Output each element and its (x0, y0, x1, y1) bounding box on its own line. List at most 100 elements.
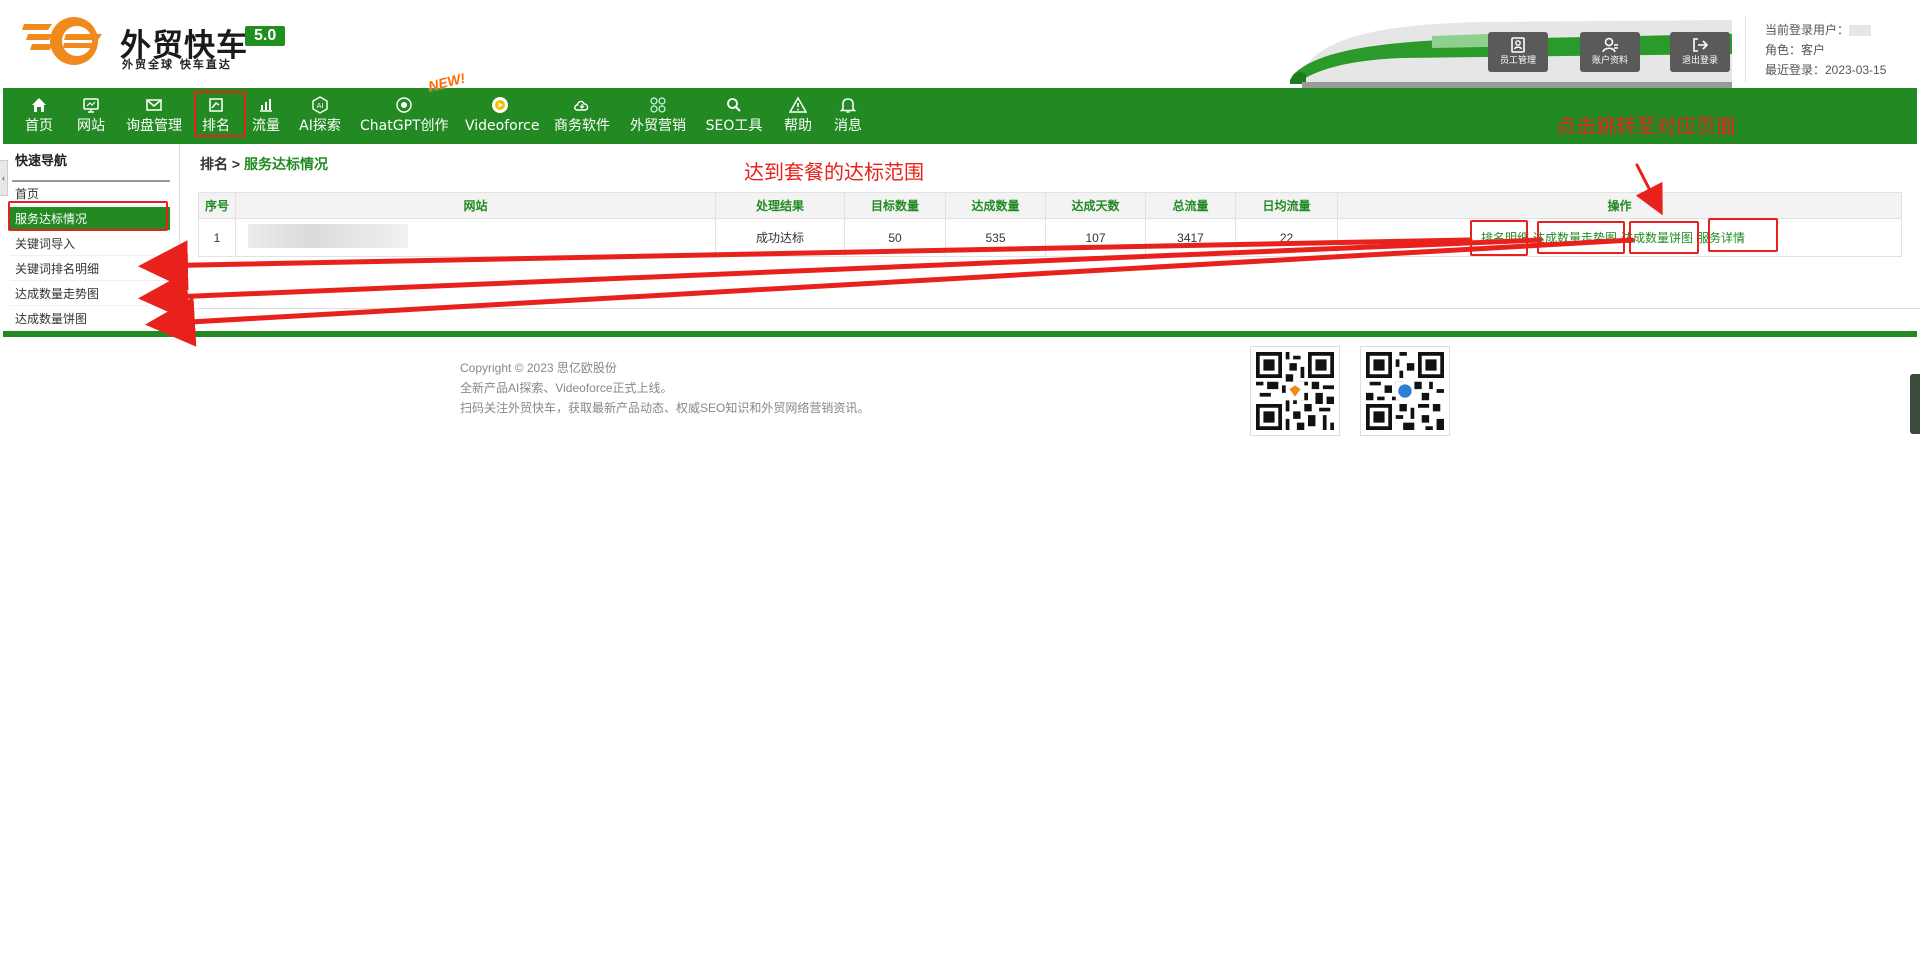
column-header: 目标数量 (844, 192, 946, 219)
cell-index: 1 (198, 218, 236, 257)
footer-announcement: 全新产品AI探索、Videoforce正式上线。 (460, 381, 673, 395)
divider (1745, 16, 1746, 82)
apps-icon (650, 97, 666, 113)
header: 外贸快车 5.0 外贸全球 快车直达 员工管理 账户资料 退出登录 当前登录用户… (0, 0, 1920, 88)
cell-target: 50 (844, 218, 946, 257)
bell-icon (839, 98, 857, 113)
copyright: Copyright © 2023 思亿欧股份 (460, 361, 617, 375)
account-icon (1602, 37, 1618, 53)
column-header: 网站 (235, 192, 716, 219)
column-header: 总流量 (1145, 192, 1236, 219)
staff-icon (1511, 37, 1525, 53)
cell-achieved: 535 (945, 218, 1046, 257)
nav-traffic[interactable]: 流量 (249, 88, 283, 144)
breadcrumb-parent[interactable]: 排名 > (200, 156, 244, 172)
logout-button[interactable]: 退出登录 (1670, 32, 1730, 72)
annotation-box-pie-chart (1629, 221, 1699, 254)
logo-icon (22, 17, 102, 65)
svg-text:AI: AI (317, 102, 324, 110)
current-user-label: 当前登录用户： (1765, 23, 1850, 37)
sidebar-item-keyword-ranking[interactable]: 关键词排名明细 (10, 257, 170, 281)
logo[interactable]: 外贸快车 5.0 外贸全球 快车直达 (22, 14, 302, 74)
breadcrumb: 排名 > 服务达标情况 (200, 154, 328, 174)
footer-text: Copyright © 2023 思亿欧股份 全新产品AI探索、Videofor… (460, 358, 869, 418)
column-header: 达成天数 (1045, 192, 1146, 219)
quick-nav-sidebar: ‹ 快速导航 首页 服务达标情况 关键词导入 关键词排名明细 达成数量走势图 达… (0, 144, 180, 331)
last-login-label: 最近登录：2023-03-15 (1765, 63, 1887, 77)
cell-daily-traffic: 22 (1235, 218, 1338, 257)
annotation-text-range: 达到套餐的达标范围 (744, 160, 924, 184)
nav-inquiry[interactable]: 询盘管理 (123, 88, 185, 144)
nav-help[interactable]: 帮助 (781, 88, 815, 144)
nav-label: 流量 (252, 118, 280, 134)
nav-label: 询盘管理 (126, 118, 182, 134)
sidebar-collapse-button[interactable]: ‹ (0, 160, 8, 196)
role-label: 角色：客户 (1765, 43, 1826, 57)
footer-follow-note: 扫码关注外贸快车，获取最新产品动态、权威SEO知识和外贸网络营销资讯。 (460, 401, 870, 415)
nav-seo-tools[interactable]: SEO工具 (705, 88, 763, 144)
user-name-masked (1849, 25, 1872, 37)
nav-messages[interactable]: 消息 (831, 88, 865, 144)
nav-label: 商务软件 (554, 118, 610, 134)
annotation-text-jump: 点击跳转至对应页面 (1556, 114, 1736, 138)
column-header: 达成数量 (945, 192, 1046, 219)
nav-label: 外贸营销 (630, 118, 686, 134)
nav-label: 首页 (25, 118, 53, 134)
annotation-box-ranking-nav (194, 91, 246, 137)
annotation-box-active-sidebar (8, 201, 168, 231)
brand-slogan: 外贸全球 快车直达 (122, 58, 232, 71)
logout-icon (1693, 38, 1709, 52)
annotation-box-trend-chart (1537, 221, 1625, 254)
nav-label: AI探索 (299, 118, 341, 134)
monitor-icon (83, 98, 99, 113)
nav-label: Videoforce (465, 118, 540, 134)
cell-days: 107 (1045, 218, 1146, 257)
account-info-label: 账户资料 (1591, 55, 1628, 65)
video-icon (492, 97, 508, 113)
website-masked (248, 224, 408, 248)
nav-videoforce[interactable]: Videoforce (465, 88, 540, 144)
sidebar-title: 快速导航 (15, 153, 68, 168)
account-info-button[interactable]: 账户资料 (1580, 32, 1640, 72)
version-badge: 5.0 (245, 26, 286, 46)
annotation-arrows (138, 163, 1663, 347)
search-icon (727, 98, 741, 112)
nav-chatgpt[interactable]: ChatGPT创作 (360, 88, 449, 144)
qr-code-icon (1256, 352, 1334, 430)
nav-home[interactable]: 首页 (22, 88, 56, 144)
column-header: 操作 (1337, 192, 1902, 219)
logout-label: 退出登录 (1681, 55, 1718, 65)
warning-icon (789, 96, 807, 113)
sidebar-item-pie-chart[interactable]: 达成数量饼图 (10, 307, 170, 331)
cloud-icon (574, 100, 589, 111)
nav-label: 网站 (77, 118, 105, 134)
divider (180, 308, 1920, 309)
staff-management-label: 员工管理 (1499, 55, 1536, 65)
column-header: 处理结果 (715, 192, 845, 219)
breadcrumb-current: 服务达标情况 (243, 156, 328, 172)
side-scroll-handle[interactable] (1910, 374, 1920, 434)
nav-marketing[interactable]: 外贸营销 (629, 88, 687, 144)
table-header-row: 序号 网站 处理结果 目标数量 达成数量 达成天数 总流量 日均流量 操作 (198, 192, 1902, 219)
nav-website[interactable]: 网站 (73, 88, 109, 144)
nav-business-software[interactable]: 商务软件 (553, 88, 611, 144)
nav-label: 帮助 (784, 118, 812, 134)
qr-code-official (1360, 346, 1450, 436)
home-icon (32, 98, 46, 112)
ai-icon: AI (312, 96, 328, 114)
column-header: 序号 (198, 192, 236, 219)
cell-website[interactable] (235, 218, 716, 257)
qr-code-wechat (1250, 346, 1340, 436)
sidebar-item-trend-chart[interactable]: 达成数量走势图 (10, 282, 170, 306)
cell-result: 成功达标 (715, 218, 845, 257)
bar-chart-icon (260, 99, 272, 112)
nav-ai-explore[interactable]: AI AI探索 (297, 88, 343, 144)
nav-label: SEO工具 (705, 118, 763, 134)
cell-total-traffic: 3417 (1145, 218, 1236, 257)
sidebar-item-keyword-import[interactable]: 关键词导入 (10, 232, 170, 256)
staff-management-button[interactable]: 员工管理 (1488, 32, 1548, 72)
column-header: 日均流量 (1235, 192, 1338, 219)
chatgpt-icon (396, 97, 412, 113)
nav-label: ChatGPT创作 (360, 118, 449, 134)
qr-code-icon (1366, 352, 1444, 430)
